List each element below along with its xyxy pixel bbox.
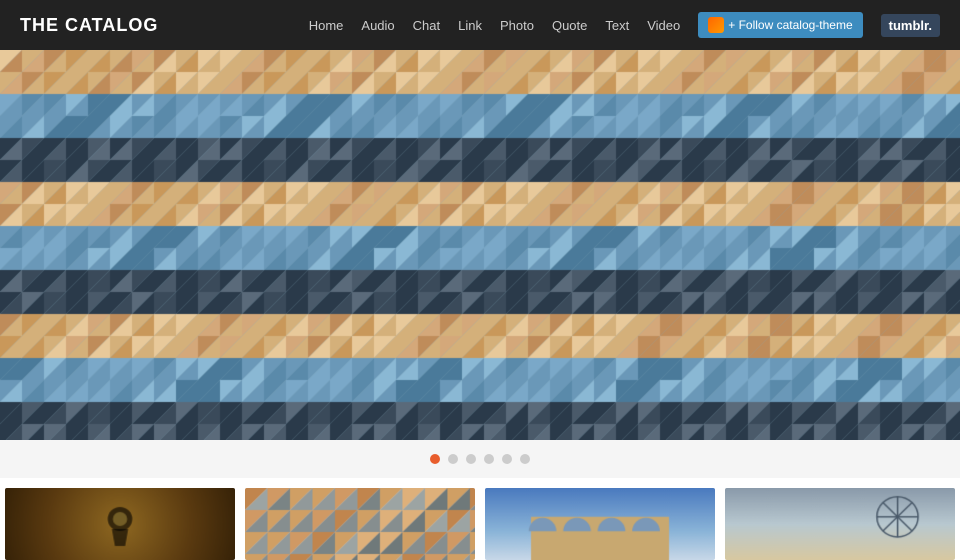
follow-label: + Follow catalog-theme	[728, 18, 852, 32]
nav-link[interactable]: Link	[458, 18, 482, 33]
nav-photo[interactable]: Photo	[500, 18, 534, 33]
main-nav: Home Audio Chat Link Photo Quote Text Vi…	[309, 12, 940, 38]
dot-2[interactable]	[448, 454, 458, 464]
thumbnail-1[interactable]	[5, 488, 235, 560]
thumbnail-4[interactable]	[725, 488, 955, 560]
carousel-dots	[0, 440, 960, 478]
thumbnail-2[interactable]	[245, 488, 475, 560]
hero-section	[0, 50, 960, 440]
dot-6[interactable]	[520, 454, 530, 464]
tumblr-logo: tumblr.	[881, 14, 940, 37]
dot-4[interactable]	[484, 454, 494, 464]
follow-button[interactable]: + Follow catalog-theme	[698, 12, 862, 38]
nav-video[interactable]: Video	[647, 18, 680, 33]
nav-text[interactable]: Text	[605, 18, 629, 33]
dot-5[interactable]	[502, 454, 512, 464]
nav-home[interactable]: Home	[309, 18, 344, 33]
hero-canvas	[0, 50, 960, 440]
nav-quote[interactable]: Quote	[552, 18, 587, 33]
nav-audio[interactable]: Audio	[361, 18, 394, 33]
header: THE CATALOG Home Audio Chat Link Photo Q…	[0, 0, 960, 50]
thumbnail-3[interactable]	[485, 488, 715, 560]
thumbnail-row	[0, 478, 960, 560]
dot-3[interactable]	[466, 454, 476, 464]
follow-icon	[708, 17, 724, 33]
site-title: THE CATALOG	[20, 15, 158, 36]
dot-1[interactable]	[430, 454, 440, 464]
nav-chat[interactable]: Chat	[413, 18, 440, 33]
